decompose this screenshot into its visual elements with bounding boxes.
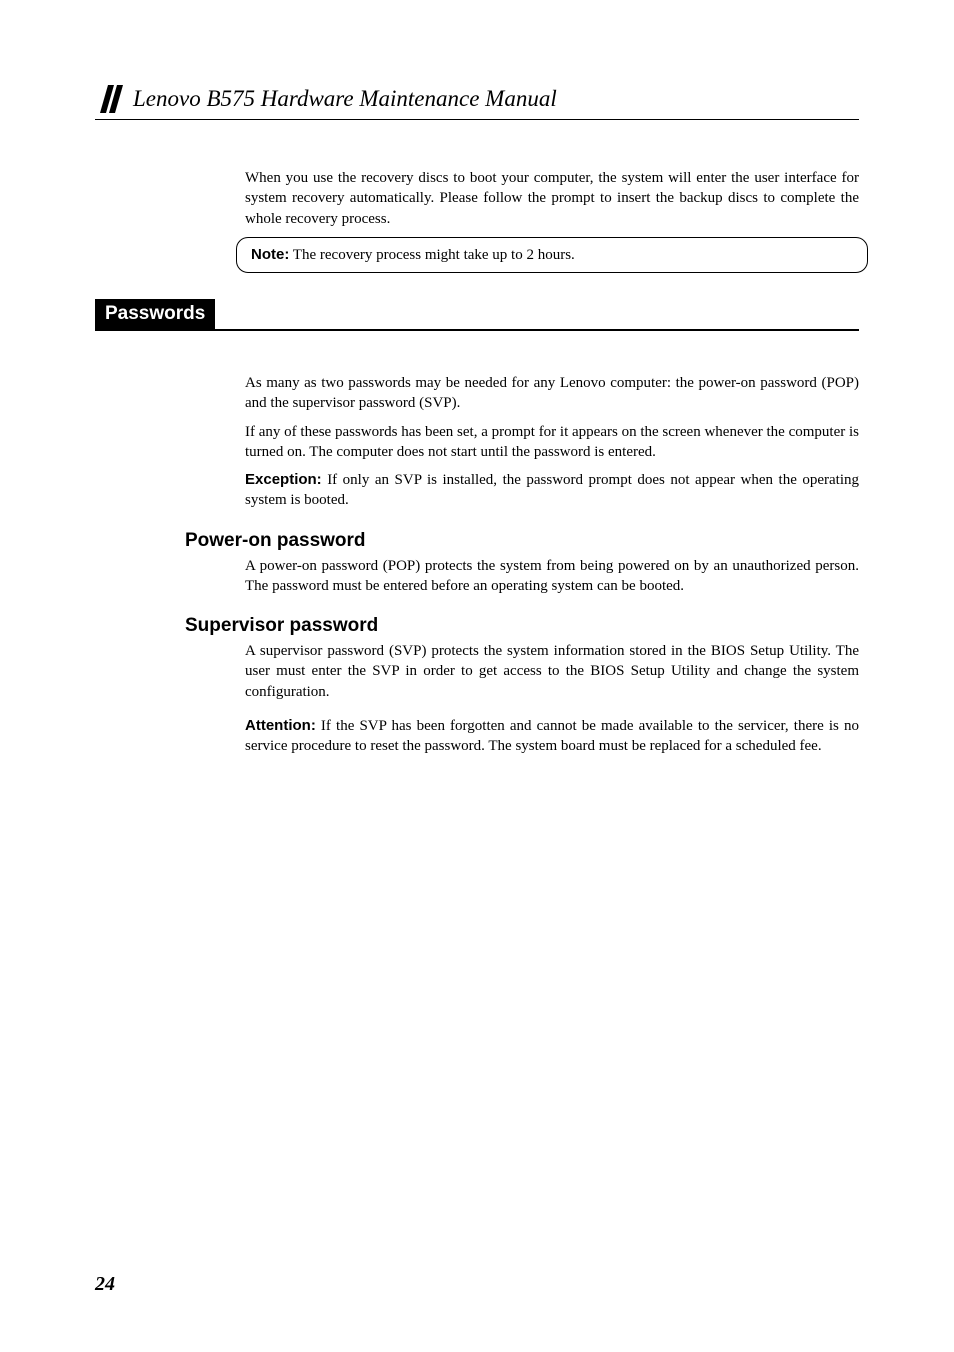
section-header-wrap: Passwords xyxy=(95,299,859,331)
section-exception: Exception: If only an SVP is installed, … xyxy=(245,470,859,511)
intro-paragraph: When you use the recovery discs to boot … xyxy=(245,168,859,229)
exception-text: If only an SVP is installed, the passwor… xyxy=(245,472,859,508)
note-text: Note: The recovery process might take up… xyxy=(251,245,853,265)
page-header: Lenovo B575 Hardware Maintenance Manual xyxy=(95,85,859,120)
slash-icon xyxy=(95,85,123,113)
section-p2: If any of these passwords has been set, … xyxy=(245,422,859,463)
attention-label: Attention: xyxy=(245,717,316,734)
note-label: Note: xyxy=(251,246,289,263)
attention-text: If the SVP has been forgotten and cannot… xyxy=(245,718,859,754)
subsection1-p1: A power-on password (POP) protects the s… xyxy=(245,556,859,597)
exception-label: Exception: xyxy=(245,471,322,488)
subsection2-heading: Supervisor password xyxy=(185,615,859,637)
section-p1: As many as two passwords may be needed f… xyxy=(245,373,859,414)
header-title: Lenovo B575 Hardware Maintenance Manual xyxy=(133,86,557,112)
note-box: Note: The recovery process might take up… xyxy=(236,237,868,273)
page-number: 24 xyxy=(95,1273,115,1296)
page-content: When you use the recovery discs to boot … xyxy=(95,168,859,756)
section-title: Passwords xyxy=(95,299,215,331)
note-content: The recovery process might take up to 2 … xyxy=(289,247,574,263)
subsection2-p1: A supervisor password (SVP) protects the… xyxy=(245,641,859,702)
subsection1-heading: Power-on password xyxy=(185,530,859,552)
subsection2-attention: Attention: If the SVP has been forgotten… xyxy=(245,716,859,757)
